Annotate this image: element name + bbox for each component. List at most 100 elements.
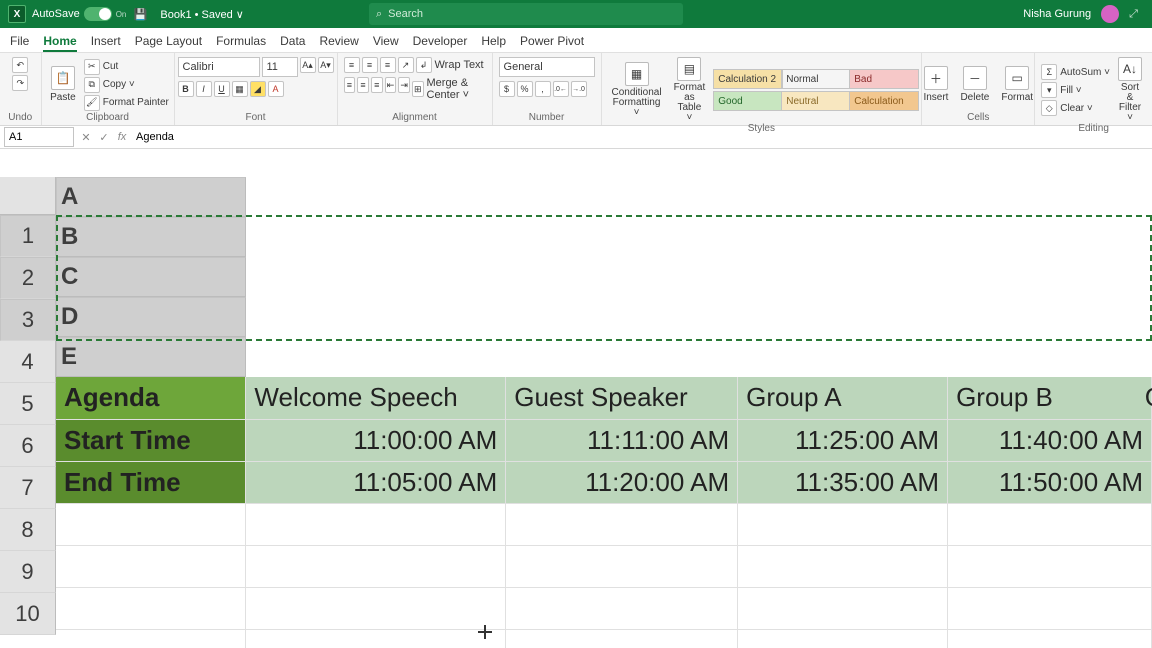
cell-c7[interactable] <box>506 629 738 648</box>
autosave-toggle[interactable]: AutoSave On <box>32 7 126 21</box>
document-title[interactable]: Book1 • Saved ∨ <box>160 8 243 21</box>
fill-color-button[interactable]: ◢ <box>250 81 266 97</box>
row-header-1[interactable]: 1 <box>0 215 56 257</box>
row-header-9[interactable]: 9 <box>0 551 56 593</box>
cell-b7[interactable] <box>246 629 506 648</box>
autosum-button[interactable]: ΣAutoSum ˅ <box>1041 64 1110 80</box>
tab-power-pivot[interactable]: Power Pivot <box>520 34 584 52</box>
col-header-d[interactable]: D <box>56 297 246 337</box>
format-as-table-button[interactable]: ▤Format as Table ˅ <box>670 57 710 123</box>
underline-button[interactable]: U <box>214 81 230 97</box>
cell-e2[interactable]: 11:40:00 AM <box>948 419 1152 461</box>
align-top-button[interactable]: ≡ <box>344 57 360 73</box>
italic-button[interactable]: I <box>196 81 212 97</box>
currency-button[interactable]: $ <box>499 81 515 97</box>
format-cells-button[interactable]: ▭Format <box>997 66 1037 103</box>
ribbon-display-icon[interactable]: ⤢ <box>1129 8 1138 21</box>
cell-style-normal[interactable]: Normal <box>781 69 851 89</box>
tab-formulas[interactable]: Formulas <box>216 34 266 52</box>
increase-indent-button[interactable]: ⇥ <box>398 77 410 93</box>
decrease-font-button[interactable]: A▾ <box>318 57 334 73</box>
cell-b3[interactable]: 11:05:00 AM <box>246 461 506 503</box>
cell-e4[interactable] <box>948 503 1152 545</box>
decrease-decimal-button[interactable]: →.0 <box>571 81 587 97</box>
spreadsheet[interactable]: 1 2 3 4 5 6 7 8 9 10 A B C D E Agenda We… <box>0 177 1152 648</box>
paste-button[interactable]: 📋Paste <box>46 66 80 103</box>
cell-style-good[interactable]: Good <box>713 91 783 111</box>
row-header-8[interactable]: 8 <box>0 509 56 551</box>
cell-c6[interactable] <box>506 587 738 629</box>
cell-b5[interactable] <box>246 545 506 587</box>
save-icon[interactable]: 💾 <box>132 6 148 22</box>
col-header-e[interactable]: E <box>56 337 246 377</box>
row-header-5[interactable]: 5 <box>0 383 56 425</box>
cell-b6[interactable] <box>246 587 506 629</box>
cell-d1[interactable]: Group A <box>738 377 948 419</box>
cell-d5[interactable] <box>738 545 948 587</box>
row-header-4[interactable]: 4 <box>0 341 56 383</box>
col-header-c[interactable]: C <box>56 257 246 297</box>
font-color-button[interactable]: A <box>268 81 284 97</box>
cell-e6[interactable] <box>948 587 1152 629</box>
number-format-select[interactable]: General <box>499 57 595 77</box>
tab-help[interactable]: Help <box>481 34 506 52</box>
cell-a4[interactable] <box>56 503 246 545</box>
sort-filter-button[interactable]: A↓Sort & Filter ˅ <box>1114 57 1146 123</box>
wrap-text-button[interactable]: ↲Wrap Text <box>416 57 484 73</box>
row-header-3[interactable]: 3 <box>0 299 56 341</box>
cell-d4[interactable] <box>738 503 948 545</box>
insert-cells-button[interactable]: ＋Insert <box>919 66 952 103</box>
row-header-6[interactable]: 6 <box>0 425 56 467</box>
cell-style-neutral[interactable]: Neutral <box>781 91 851 111</box>
cell-e1[interactable]: Group BG <box>948 377 1152 419</box>
font-family-select[interactable]: Calibri <box>178 57 260 77</box>
cell-b1[interactable]: Welcome Speech <box>246 377 506 419</box>
tab-page-layout[interactable]: Page Layout <box>135 34 202 52</box>
cell-b2[interactable]: 11:00:00 AM <box>246 419 506 461</box>
tab-review[interactable]: Review <box>319 34 358 52</box>
toggle-pill-icon[interactable] <box>84 7 112 21</box>
cell-d6[interactable] <box>738 587 948 629</box>
cell-c3[interactable]: 11:20:00 AM <box>506 461 738 503</box>
orientation-button[interactable]: ↗ <box>398 57 414 73</box>
redo-button[interactable]: ↷ <box>12 75 28 91</box>
cancel-formula-button[interactable]: ✕ <box>78 131 94 144</box>
tab-file[interactable]: File <box>10 34 29 52</box>
align-left-button[interactable]: ≡ <box>344 77 356 93</box>
cell-a6[interactable] <box>56 587 246 629</box>
row-header-7[interactable]: 7 <box>0 467 56 509</box>
percent-button[interactable]: % <box>517 81 533 97</box>
cell-a2[interactable]: Start Time <box>56 419 246 461</box>
cell-d7[interactable] <box>738 629 948 648</box>
cell-e7[interactable] <box>948 629 1152 648</box>
cell-b4[interactable] <box>246 503 506 545</box>
cell-c2[interactable]: 11:11:00 AM <box>506 419 738 461</box>
col-header-b[interactable]: B <box>56 217 246 257</box>
cell-style-bad[interactable]: Bad <box>849 69 919 89</box>
fill-button[interactable]: ▾Fill ˅ <box>1041 82 1110 98</box>
increase-decimal-button[interactable]: .0← <box>553 81 569 97</box>
cell-style-calc2[interactable]: Calculation 2 <box>713 69 783 89</box>
comma-button[interactable]: , <box>535 81 551 97</box>
tab-home[interactable]: Home <box>43 34 76 52</box>
font-size-select[interactable]: 11 <box>262 57 298 77</box>
fx-button[interactable]: fx <box>114 131 130 144</box>
cell-e5[interactable] <box>948 545 1152 587</box>
search-input[interactable]: ⌕ Search <box>369 3 683 25</box>
cell-a5[interactable] <box>56 545 246 587</box>
align-right-button[interactable]: ≡ <box>371 77 383 93</box>
row-header-2[interactable]: 2 <box>0 257 56 299</box>
cell-c5[interactable] <box>506 545 738 587</box>
name-box[interactable]: A1 <box>4 127 74 147</box>
tab-data[interactable]: Data <box>280 34 305 52</box>
bold-button[interactable]: B <box>178 81 194 97</box>
cut-button[interactable]: ✂Cut <box>84 59 169 75</box>
delete-cells-button[interactable]: －Delete <box>956 66 993 103</box>
cell-e3[interactable]: 11:50:00 AM <box>948 461 1152 503</box>
formula-input[interactable]: Agenda <box>130 131 1152 143</box>
cell-a7[interactable] <box>56 629 246 648</box>
cell-a3[interactable]: End Time <box>56 461 246 503</box>
conditional-formatting-button[interactable]: ▦Conditional Formatting ˅ <box>608 62 666 118</box>
avatar[interactable] <box>1101 5 1119 23</box>
align-middle-button[interactable]: ≡ <box>362 57 378 73</box>
